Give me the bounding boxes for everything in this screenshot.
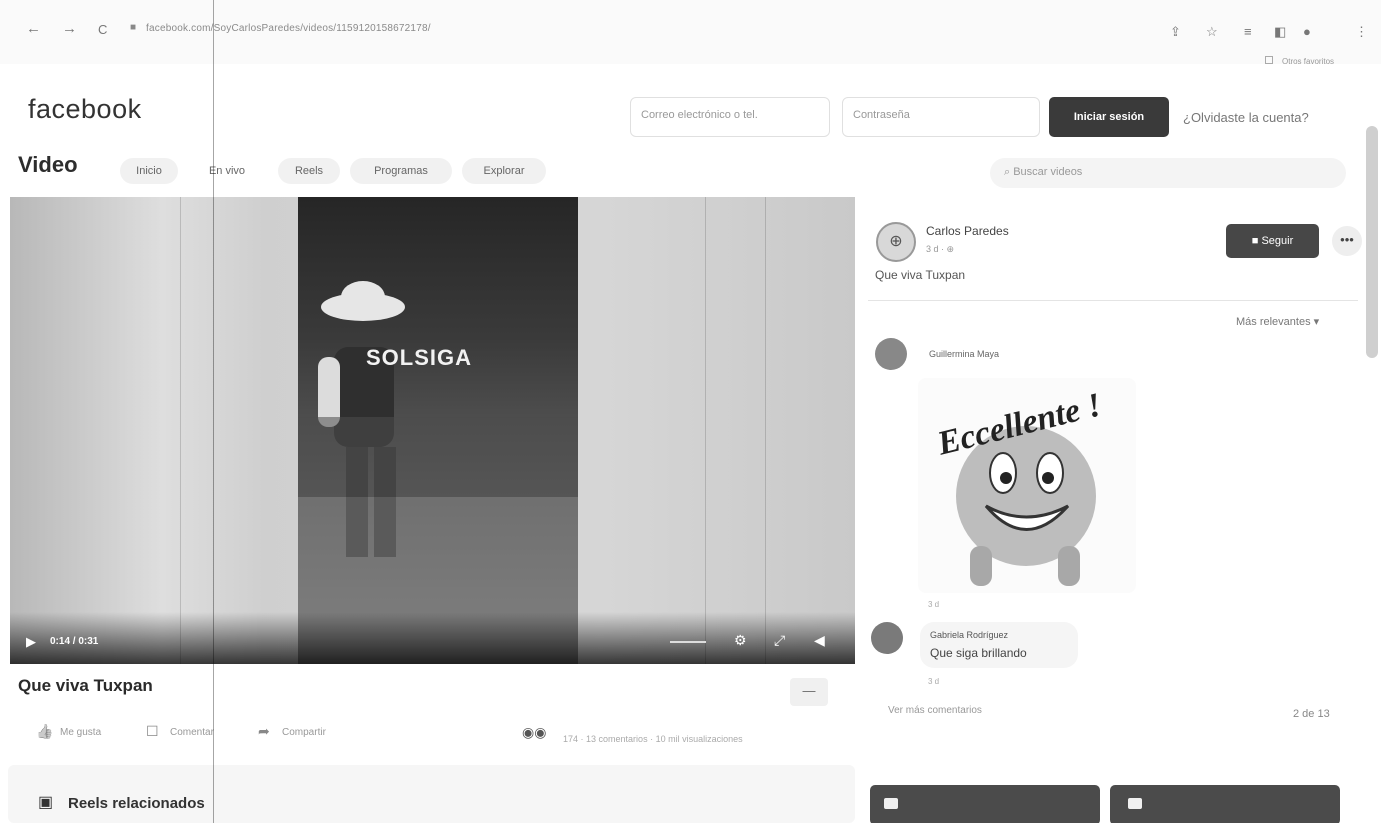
comment-avatar[interactable] bbox=[875, 338, 907, 370]
address-bar[interactable]: facebook.com/SoyCarlosParedes/videos/115… bbox=[146, 23, 431, 34]
comment-bubble bbox=[920, 622, 1078, 668]
profile-icon[interactable]: ● bbox=[1303, 24, 1311, 39]
forgot-account-link[interactable]: ¿Olvidaste la cuenta? bbox=[1183, 110, 1309, 125]
comment-sticker: Eccellente ! bbox=[918, 378, 1136, 593]
comments-count[interactable]: 13 comentarios bbox=[586, 734, 648, 744]
comment-avatar[interactable] bbox=[871, 622, 903, 654]
tab-reels[interactable]: Reels bbox=[278, 158, 340, 184]
star-icon[interactable]: ☆ bbox=[1206, 24, 1218, 40]
password-input[interactable]: Contraseña bbox=[842, 97, 1040, 137]
more-options-button[interactable]: ••• bbox=[1332, 226, 1362, 256]
tab-programas[interactable]: Programas bbox=[350, 158, 452, 184]
author-name[interactable]: Carlos Paredes bbox=[926, 224, 1009, 238]
menu-icon[interactable]: ⋮ bbox=[1355, 24, 1368, 40]
comment-time[interactable]: 3 d bbox=[928, 600, 939, 609]
video-artifact-line bbox=[765, 197, 766, 664]
video-artifact-line bbox=[705, 197, 706, 664]
comment-sort-dropdown[interactable]: Más relevantes ▾ bbox=[1236, 315, 1319, 328]
volume-icon[interactable]: ◀ bbox=[814, 632, 825, 649]
folder-icon bbox=[1265, 56, 1273, 64]
settings-icon[interactable]: ⚙ bbox=[734, 632, 747, 649]
search-icon: ⌕ bbox=[1004, 166, 1014, 178]
search-videos-input[interactable]: ⌕ Buscar videos bbox=[990, 158, 1346, 188]
like-icon: 👍 bbox=[36, 723, 54, 739]
comment-author[interactable]: Guillermina Maya bbox=[929, 349, 999, 359]
lock-icon: ■ bbox=[130, 22, 137, 33]
volume-slider[interactable] bbox=[670, 641, 706, 643]
email-input[interactable]: Correo electrónico o tel. bbox=[630, 97, 830, 137]
share-arrow-icon: ➦ bbox=[258, 723, 270, 739]
view-more-comments-link[interactable]: Ver más comentarios bbox=[888, 705, 982, 716]
login-button[interactable]: Iniciar sesión bbox=[1049, 97, 1169, 137]
related-reels-title: Reels relacionados bbox=[68, 795, 205, 812]
share-button[interactable]: Compartir bbox=[282, 727, 326, 738]
share-icon[interactable]: ⇪ bbox=[1170, 24, 1181, 40]
scan-artifact bbox=[213, 0, 214, 823]
reload-button[interactable]: C bbox=[98, 22, 107, 37]
video-section-title: Video bbox=[18, 152, 78, 177]
video-icon bbox=[884, 798, 898, 809]
facebook-logo[interactable]: facebook bbox=[28, 94, 142, 125]
reaction-count[interactable]: 174 bbox=[563, 734, 578, 744]
reels-icon: ▣ bbox=[38, 794, 54, 811]
reading-list-icon[interactable]: ≡ bbox=[1244, 24, 1252, 39]
login-prompt-button[interactable] bbox=[870, 785, 1100, 823]
comment-text: Que siga brillando bbox=[930, 646, 1027, 660]
comment-pagination: 2 de 13 bbox=[1293, 708, 1330, 720]
like-button[interactable]: Me gusta bbox=[60, 727, 101, 738]
comment-icon: ☐ bbox=[146, 723, 159, 739]
video-player[interactable]: SOLSIGA ▶ 0:14 / 0:31 ⚙ ⤢ ◀ bbox=[10, 197, 855, 664]
play-icon[interactable]: ▶ bbox=[26, 634, 36, 650]
video-frame: SOLSIGA bbox=[298, 197, 578, 664]
scrollbar[interactable] bbox=[1366, 126, 1378, 358]
tab-en-vivo[interactable]: En vivo bbox=[188, 158, 266, 184]
time-display: 0:14 / 0:31 bbox=[50, 636, 99, 647]
video-artifact-line bbox=[180, 197, 181, 664]
fullscreen-icon[interactable]: ⤢ bbox=[774, 632, 785, 649]
post-title: Que viva Tuxpan bbox=[18, 676, 153, 695]
concert-scene bbox=[298, 281, 578, 664]
tab-explorar[interactable]: Explorar bbox=[462, 158, 546, 184]
camera-icon bbox=[1128, 798, 1142, 809]
follow-label: Seguir bbox=[1261, 235, 1294, 247]
bookmarks-folder[interactable]: Otros favoritos bbox=[1282, 57, 1334, 66]
follow-button[interactable]: ■ Seguir bbox=[1226, 224, 1319, 258]
divider bbox=[868, 300, 1358, 301]
comment-button[interactable]: Comentar bbox=[170, 727, 214, 738]
post-stats: 174 · 13 comentarios · 10 mil visualizac… bbox=[563, 734, 743, 744]
search-placeholder: Buscar videos bbox=[1013, 166, 1083, 178]
follow-icon: ■ bbox=[1251, 235, 1262, 247]
forward-button[interactable]: → bbox=[62, 20, 77, 37]
signup-prompt-button[interactable] bbox=[1110, 785, 1340, 823]
reactions-icon: ◉◉ bbox=[522, 724, 547, 740]
tab-inicio[interactable]: Inicio bbox=[120, 158, 178, 184]
minimize-button[interactable]: — bbox=[790, 678, 828, 706]
video-overlay-text: SOLSIGA bbox=[366, 345, 473, 370]
page-avatar[interactable]: ⊕ bbox=[876, 222, 916, 262]
views-count: 10 mil visualizaciones bbox=[655, 734, 743, 744]
back-button[interactable]: ← bbox=[26, 20, 41, 37]
video-controls: ▶ 0:14 / 0:31 ⚙ ⤢ ◀ bbox=[10, 612, 855, 664]
sidebar-icon[interactable]: ◧ bbox=[1274, 24, 1286, 40]
related-reels-section bbox=[8, 765, 855, 823]
comment-time[interactable]: 3 d bbox=[928, 677, 939, 686]
post-timestamp: 3 d · ⊕ bbox=[926, 244, 955, 254]
comment-author[interactable]: Gabriela Rodríguez bbox=[930, 630, 1008, 640]
post-caption: Que viva Tuxpan bbox=[875, 268, 966, 282]
